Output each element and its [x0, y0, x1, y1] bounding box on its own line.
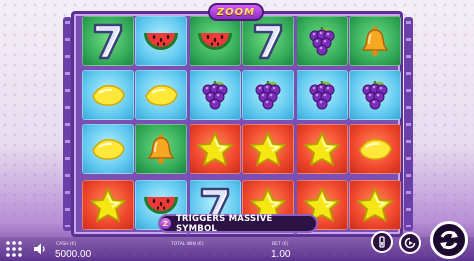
game-logo: ZOOM: [208, 3, 264, 21]
lemon-icon: [357, 136, 393, 162]
star-icon: [356, 187, 394, 223]
grid-menu-icon[interactable]: [5, 240, 23, 258]
lemon-icon: [90, 82, 126, 108]
reel-cell: [349, 16, 401, 66]
z-badge-icon: Z: [160, 218, 171, 229]
cash-value: 5000.00: [55, 249, 92, 260]
reel-cell: [349, 70, 401, 120]
feature-banner-text: TRIGGERS MASSIVE SYMBOL: [175, 213, 273, 234]
game-stage: ZOOM Z TRIGGERS MASSIVE SYMBOL CASH (€) …: [0, 0, 474, 261]
grapes-icon: [307, 79, 337, 111]
reel-cell: [82, 16, 134, 66]
lemon-icon: [143, 82, 179, 108]
star-icon: [89, 187, 127, 223]
reel-cell: [135, 124, 187, 174]
logo-text: ZOOM: [216, 6, 256, 18]
reel-cell: [349, 124, 401, 174]
grapes-icon: [360, 79, 390, 111]
reel-separator: [187, 16, 190, 235]
grapes-icon: [307, 25, 337, 57]
bet-label: BET (€): [272, 242, 289, 247]
reel-cell: [296, 124, 348, 174]
speaker-icon[interactable]: [33, 241, 47, 255]
reel-cell: [189, 16, 241, 66]
cash-label: CASH (€): [56, 242, 77, 247]
lemon-icon: [90, 136, 126, 162]
reel-separator: [294, 16, 297, 235]
grapes-icon: [200, 79, 230, 111]
reel-cell: [82, 124, 134, 174]
star-icon: [249, 131, 287, 167]
grapes-icon: [253, 79, 283, 111]
star-icon: [303, 131, 341, 167]
seven-icon: [251, 22, 285, 60]
bell-icon: [146, 133, 176, 165]
reel-cell: [189, 70, 241, 120]
total-win-label: TOTAL WIN (€): [171, 242, 204, 247]
reel-cell: [242, 70, 294, 120]
bet-value[interactable]: 1.00: [271, 249, 290, 260]
reel-grid: [82, 16, 401, 235]
autoplay-icon[interactable]: [371, 231, 393, 253]
reel-rail-right: [404, 17, 413, 231]
watermelon-icon: [142, 28, 180, 54]
turbo-icon[interactable]: [399, 232, 421, 254]
reel-cell: [296, 16, 348, 66]
reel-cell: [189, 124, 241, 174]
star-icon: [196, 131, 234, 167]
bell-icon: [360, 25, 390, 57]
reel-cell: [82, 70, 134, 120]
feature-banner: Z TRIGGERS MASSIVE SYMBOL: [158, 213, 318, 234]
watermelon-icon: [196, 28, 234, 54]
reel-cell: [135, 70, 187, 120]
spin-arrows-icon[interactable]: [430, 221, 468, 259]
seven-icon: [91, 22, 125, 60]
reel-cell: [242, 124, 294, 174]
reel-cell: [82, 180, 134, 230]
reel-cell: [242, 16, 294, 66]
reel-cell: [135, 16, 187, 66]
reel-cell: [349, 180, 401, 230]
reel-cell: [296, 70, 348, 120]
